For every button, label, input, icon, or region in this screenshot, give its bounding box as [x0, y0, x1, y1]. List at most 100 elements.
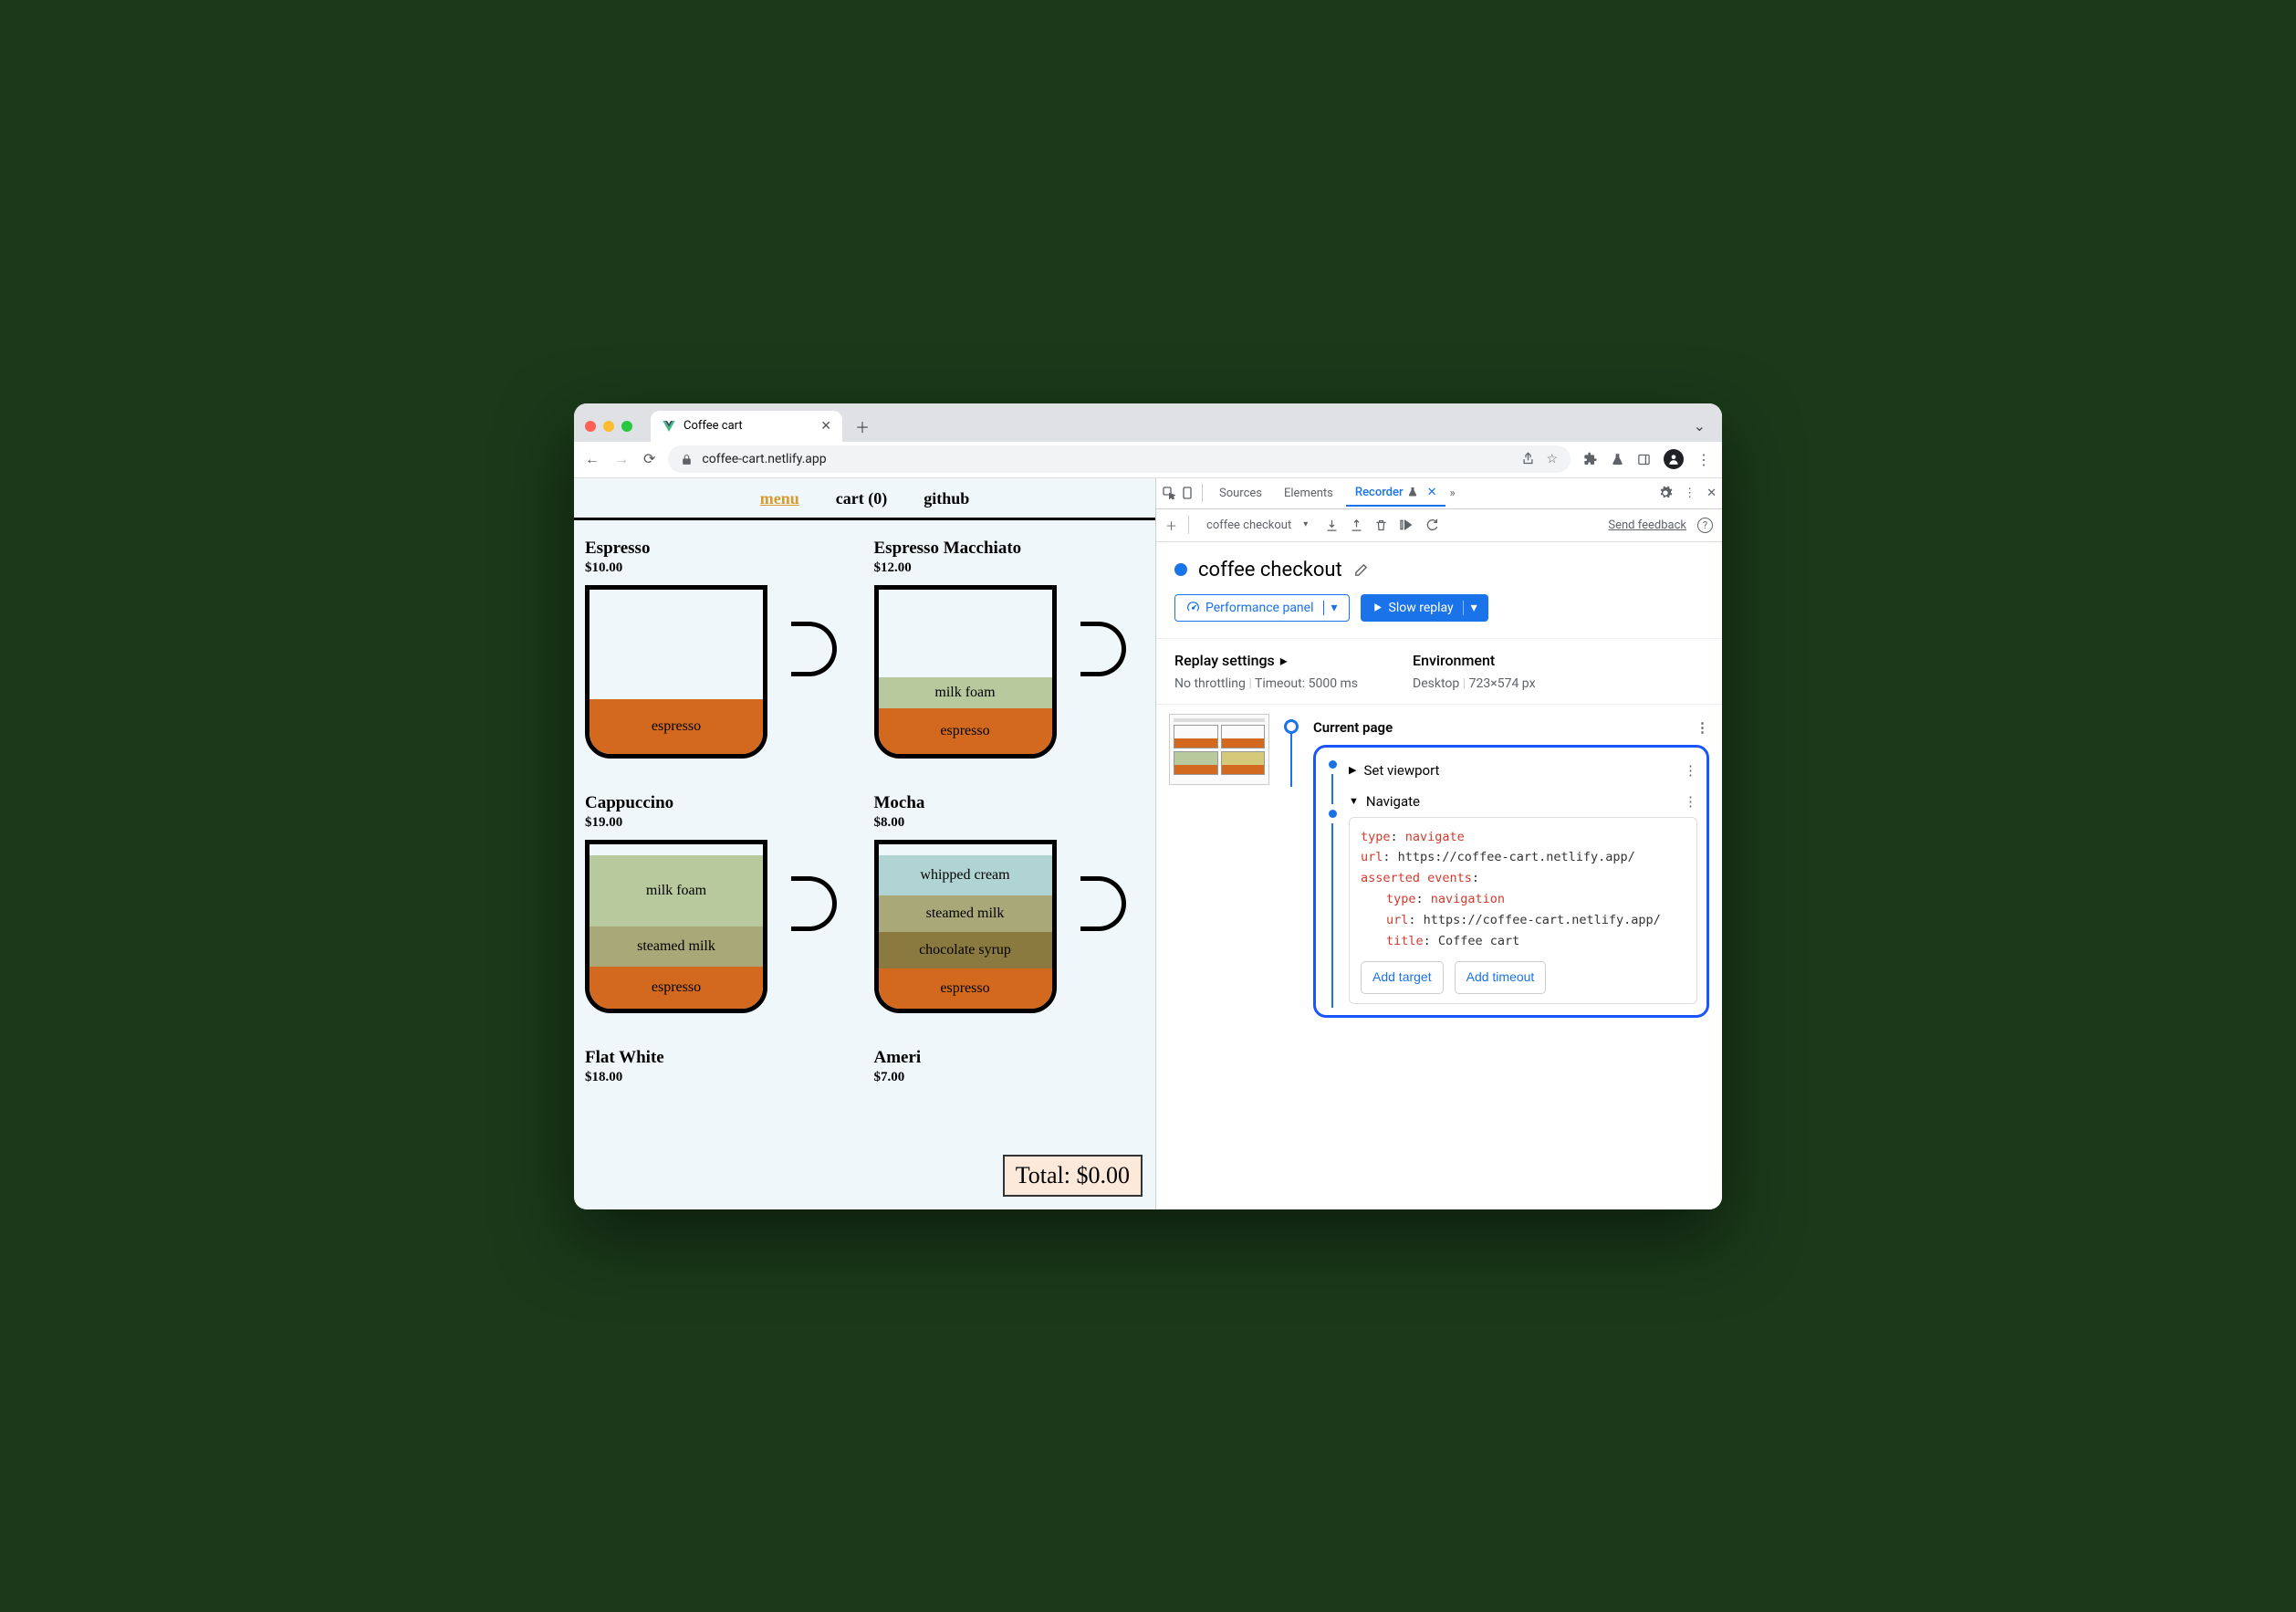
tab-sources[interactable]: Sources [1210, 481, 1271, 506]
url-field[interactable]: coffee-cart.netlify.app ☆ [668, 445, 1571, 473]
play-icon [1372, 602, 1383, 613]
settings-icon[interactable] [1658, 486, 1673, 500]
extensions-icon[interactable] [1583, 452, 1598, 466]
step-kebab-icon[interactable]: ⋮ [1684, 762, 1697, 779]
extension-icons: ⋮ [1583, 449, 1711, 469]
help-icon[interactable]: ? [1697, 518, 1713, 533]
step-icon[interactable] [1399, 518, 1414, 532]
nav-cart[interactable]: cart (0) [836, 489, 887, 508]
devtools-panel: Sources Elements Recorder ✕ » ⋮ ✕ ＋ [1156, 478, 1722, 1209]
delete-icon[interactable] [1374, 518, 1388, 532]
product-name: Ameri [874, 1048, 1145, 1068]
product-mocha[interactable]: Mocha $8.00 espresso chocolate syrup ste… [874, 793, 1145, 1022]
throttling-value: No throttling [1174, 676, 1246, 691]
forward-icon: → [614, 450, 629, 468]
layer-milkfoam: milk foam [590, 855, 763, 926]
export-icon[interactable] [1325, 518, 1339, 532]
recording-header: coffee checkout [1156, 542, 1722, 594]
kebab-icon[interactable]: ⋮ [1684, 487, 1696, 500]
step-title[interactable]: Current page ⋮ [1313, 714, 1709, 741]
product-name: Flat White [585, 1048, 856, 1068]
cart-total[interactable]: Total: $0.00 [1003, 1155, 1143, 1197]
tab-elements[interactable]: Elements [1275, 481, 1342, 506]
timeline-dot-icon [1284, 719, 1299, 734]
add-timeout-button[interactable]: Add timeout [1455, 961, 1547, 994]
recording-title: coffee checkout [1198, 559, 1342, 581]
product-americano[interactable]: Ameri $7.00 [874, 1048, 1145, 1085]
product-name: Mocha [874, 793, 1145, 813]
add-recording-icon[interactable]: ＋ [1165, 517, 1177, 534]
layer-whip: whipped cream [879, 855, 1052, 895]
timeline-dot-icon [1329, 810, 1337, 818]
import-icon[interactable] [1350, 518, 1363, 532]
chevron-right-icon: ▸ [1280, 652, 1288, 669]
nav-github[interactable]: github [924, 489, 969, 508]
lock-icon[interactable] [681, 454, 693, 466]
kebab-menu-icon[interactable]: ⋮ [1696, 451, 1711, 468]
chevron-down-icon[interactable]: ▾ [1323, 601, 1338, 615]
product-price: $18.00 [585, 1070, 856, 1085]
content-area: menu cart (0) github Espresso $10.00 esp… [574, 478, 1722, 1209]
flask-icon [1407, 487, 1418, 497]
tab-recorder[interactable]: Recorder ✕ [1346, 480, 1446, 507]
close-window-icon[interactable] [585, 421, 596, 432]
labs-icon[interactable] [1611, 453, 1624, 466]
layer-milkfoam: milk foam [879, 677, 1052, 708]
product-cappuccino[interactable]: Cappuccino $19.00 espresso steamed milk … [585, 793, 856, 1022]
url-text: coffee-cart.netlify.app [702, 452, 826, 466]
product-name: Cappuccino [585, 793, 856, 813]
add-target-button[interactable]: Add target [1361, 961, 1444, 994]
slow-replay-button[interactable]: Slow replay ▾ [1361, 594, 1488, 622]
more-tabs-icon[interactable]: » [1449, 487, 1455, 500]
devtools-tabs: Sources Elements Recorder ✕ » ⋮ ✕ [1156, 478, 1722, 509]
chevron-down-icon[interactable]: ▾ [1463, 601, 1477, 615]
chrome-top: Coffee cart ✕ ＋ ⌄ ← → ⟳ coffee-cart.netl… [574, 403, 1722, 478]
recorder-settings: Replay settings ▸ No throttlingTimeout: … [1156, 638, 1722, 705]
profile-avatar[interactable] [1664, 449, 1684, 469]
new-tab-button[interactable]: ＋ [850, 413, 875, 439]
step-set-viewport[interactable]: ▶ Set viewport ⋮ [1349, 755, 1697, 786]
recorder-toolbar: ＋ coffee checkout Send feedbac [1156, 509, 1722, 542]
performance-panel-button[interactable]: Performance panel ▾ [1174, 594, 1350, 622]
feedback-link[interactable]: Send feedback [1608, 518, 1686, 532]
chevron-right-icon: ▶ [1349, 764, 1356, 776]
share-icon[interactable] [1521, 452, 1535, 466]
redo-icon[interactable] [1425, 518, 1439, 532]
maximize-window-icon[interactable] [621, 421, 632, 432]
layer-espresso: espresso [590, 699, 763, 754]
step-navigate[interactable]: ▼ Navigate ⋮ type: navigate url: https:/… [1349, 786, 1697, 1008]
tab-title: Coffee cart [684, 419, 743, 433]
nav-menu[interactable]: menu [760, 489, 799, 508]
step-kebab-icon[interactable]: ⋮ [1696, 719, 1709, 736]
device-icon[interactable] [1180, 486, 1195, 500]
close-devtools-icon[interactable]: ✕ [1706, 487, 1717, 500]
step-kebab-icon[interactable]: ⋮ [1684, 793, 1697, 810]
window-controls [585, 421, 632, 432]
timeline-dot-icon [1329, 760, 1337, 769]
product-price: $19.00 [585, 815, 856, 831]
panel-icon[interactable] [1637, 453, 1651, 466]
layer-choc: chocolate syrup [879, 932, 1052, 968]
back-icon[interactable]: ← [585, 450, 600, 468]
webpage: menu cart (0) github Espresso $10.00 esp… [574, 478, 1156, 1209]
edit-title-icon[interactable] [1353, 562, 1369, 578]
tabs-overflow-icon[interactable]: ⌄ [1694, 417, 1706, 434]
close-tab-icon[interactable]: ✕ [1427, 486, 1437, 499]
device-value: Desktop [1413, 676, 1459, 691]
product-price: $10.00 [585, 560, 856, 576]
replay-settings[interactable]: Replay settings ▸ No throttlingTimeout: … [1174, 652, 1358, 691]
reload-icon[interactable]: ⟳ [643, 450, 655, 468]
product-macchiato[interactable]: Espresso Macchiato $12.00 espresso milk … [874, 539, 1145, 768]
browser-tab[interactable]: Coffee cart ✕ [651, 411, 842, 442]
product-price: $7.00 [874, 1070, 1145, 1085]
product-name: Espresso [585, 539, 856, 559]
close-tab-icon[interactable]: ✕ [820, 419, 831, 434]
recording-select[interactable]: coffee checkout [1200, 514, 1314, 537]
product-flatwhite[interactable]: Flat White $18.00 [585, 1048, 856, 1085]
minimize-window-icon[interactable] [603, 421, 614, 432]
steps-highlight-box: ▶ Set viewport ⋮ ▼ Navigate [1313, 745, 1709, 1018]
product-espresso[interactable]: Espresso $10.00 espresso [585, 539, 856, 768]
bookmark-icon[interactable]: ☆ [1546, 452, 1558, 466]
step-current-page: Current page ⋮ [1169, 714, 1709, 1018]
inspect-icon[interactable] [1162, 486, 1176, 500]
